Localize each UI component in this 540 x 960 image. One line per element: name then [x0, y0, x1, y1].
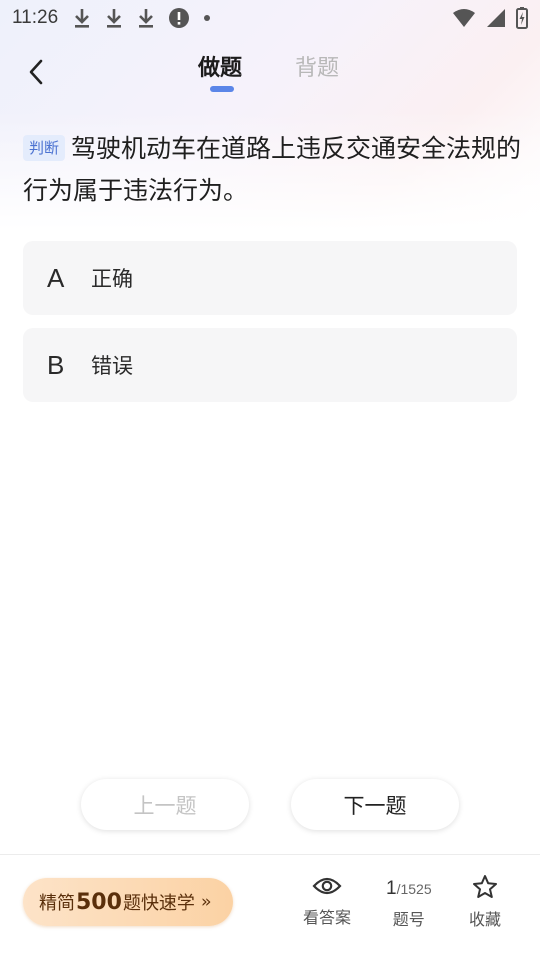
- star-icon: [473, 875, 497, 898]
- status-time: 11:26: [12, 7, 59, 28]
- previous-question-button[interactable]: 上一题: [81, 779, 249, 830]
- progress-counter: 1/1525: [386, 878, 432, 900]
- status-bar: 11:26: [0, 0, 540, 36]
- option-letter: A: [47, 262, 65, 293]
- option-b[interactable]: B 错误: [23, 328, 517, 402]
- download-icon: [139, 9, 154, 28]
- next-question-button[interactable]: 下一题: [291, 779, 459, 830]
- chevron-left-icon: [29, 59, 43, 85]
- signal-icon: [487, 9, 505, 27]
- download-icon: [107, 9, 122, 28]
- question-type-badge: 判断: [23, 135, 66, 161]
- download-icon: [75, 9, 90, 28]
- active-tab-indicator: [210, 86, 234, 92]
- promo-number: 500: [76, 889, 122, 915]
- progress-label: 题号: [392, 910, 425, 929]
- back-button[interactable]: [20, 54, 52, 90]
- bottom-bar-divider: [0, 854, 540, 855]
- eye-icon: [312, 877, 342, 895]
- tab-practice[interactable]: 做题: [198, 50, 242, 82]
- option-text: 正确: [91, 267, 133, 291]
- option-text: 错误: [91, 354, 133, 378]
- progress-total: /1525: [396, 881, 432, 897]
- wifi-icon: [453, 9, 475, 27]
- favorite-button[interactable]: 收藏: [469, 874, 501, 930]
- promo-chevron-icon: ››: [200, 892, 211, 912]
- promo-500-questions-button[interactable]: 精简 500 题 快速学 ››: [23, 878, 233, 926]
- more-notifications-dot-icon: [204, 15, 211, 21]
- battery-charging-icon: [516, 7, 528, 29]
- favorite-label: 收藏: [469, 910, 502, 929]
- promo-prefix: 精简: [39, 893, 75, 914]
- view-answer-button[interactable]: 看答案: [303, 874, 351, 928]
- view-answer-label: 看答案: [303, 908, 352, 927]
- option-a[interactable]: A 正确: [23, 241, 517, 315]
- question-text: 驾驶机动车在道路上违反交通安全法规的行为属于违法行为。: [23, 134, 522, 205]
- notification-icons: [72, 7, 212, 29]
- alert-icon: [169, 8, 190, 28]
- option-letter: B: [47, 349, 65, 380]
- top-navigation: 做题 背题: [0, 44, 540, 100]
- question-block: 判断 驾驶机动车在道路上违反交通安全法规的行为属于违法行为。: [23, 128, 523, 212]
- question-progress-button[interactable]: 1/1525 题号: [386, 878, 432, 930]
- system-icons: [452, 7, 528, 29]
- promo-suffix: 题: [122, 893, 141, 914]
- tab-memorize[interactable]: 背题: [295, 50, 339, 82]
- promo-tail: 快速学: [140, 893, 195, 914]
- progress-current: 1: [386, 878, 397, 899]
